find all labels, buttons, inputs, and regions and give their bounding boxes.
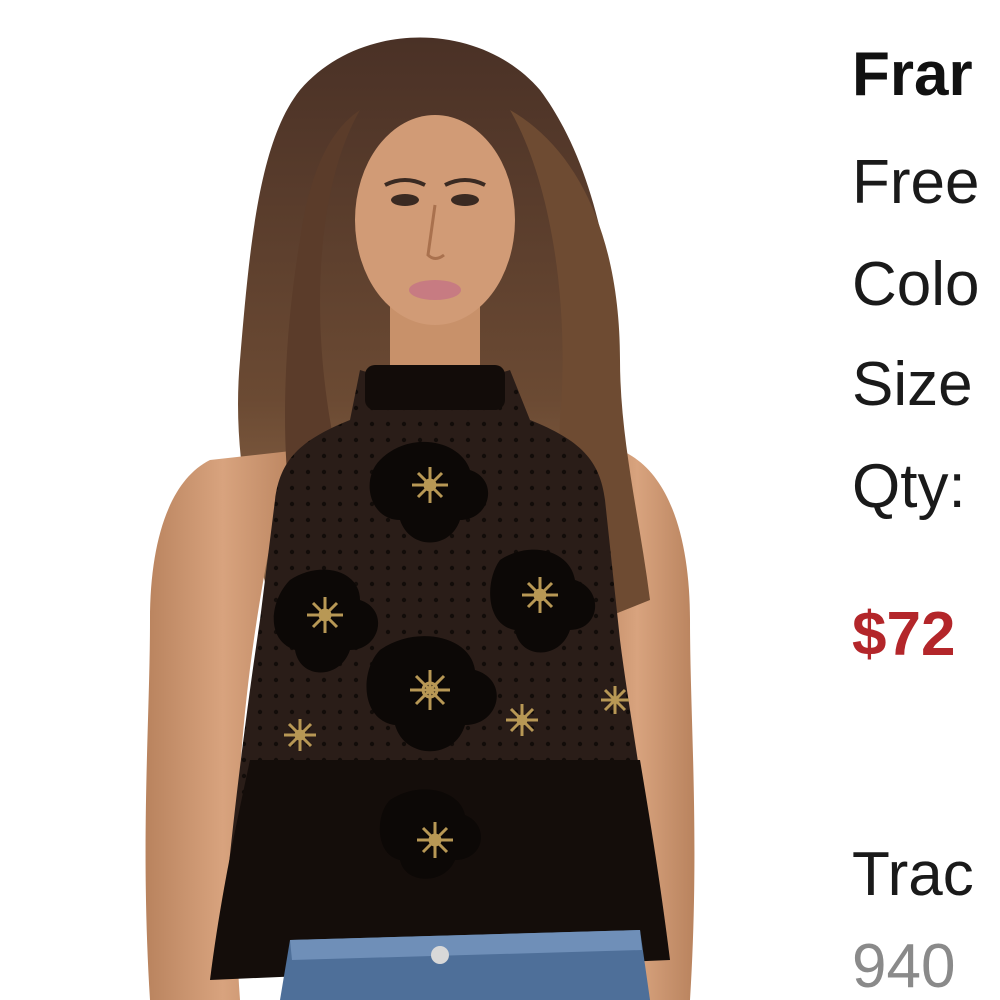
tracking-number[interactable]: 940 [852,932,955,1000]
tracking-label: Trac [852,840,974,909]
product-image[interactable] [60,0,800,1000]
product-brand: Free [852,148,980,217]
product-quantity: Qty: [852,452,966,521]
product-details: Frar Free Colo Size Qty: $72 Trac 940 [852,0,1000,1000]
product-size: Size [852,350,973,419]
product-photo-illustration [145,37,695,1000]
product-price: $72 [852,600,956,669]
product-color: Colo [852,250,980,319]
order-item-card: Frar Free Colo Size Qty: $72 Trac 940 [0,0,1000,1000]
product-name[interactable]: Frar [852,40,973,110]
